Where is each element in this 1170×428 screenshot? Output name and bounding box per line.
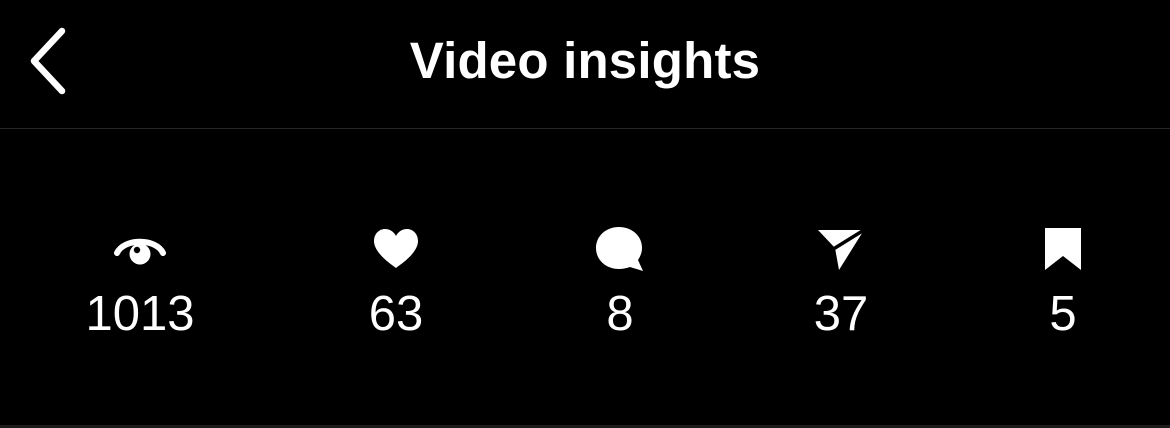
stat-value-likes: 63 xyxy=(368,287,424,341)
stat-value-views: 1013 xyxy=(85,287,195,341)
eye-icon xyxy=(114,225,166,273)
bookmark-icon xyxy=(1037,225,1089,273)
stat-value-saves: 5 xyxy=(1049,287,1077,341)
stat-likes: 63 xyxy=(296,225,496,345)
comment-icon xyxy=(594,225,646,273)
insights-stats: 1013 63 8 37 5 xyxy=(0,129,1170,425)
header: Video insights xyxy=(0,0,1170,129)
heart-icon xyxy=(370,225,422,273)
share-icon xyxy=(815,225,867,273)
stat-value-comments: 8 xyxy=(606,287,634,341)
stat-shares: 37 xyxy=(741,225,941,345)
page-title: Video insights xyxy=(409,32,761,89)
stat-comments: 8 xyxy=(520,225,720,345)
stat-views: 1013 xyxy=(40,225,240,345)
stat-saves: 5 xyxy=(963,225,1163,345)
stat-value-shares: 37 xyxy=(813,287,869,341)
